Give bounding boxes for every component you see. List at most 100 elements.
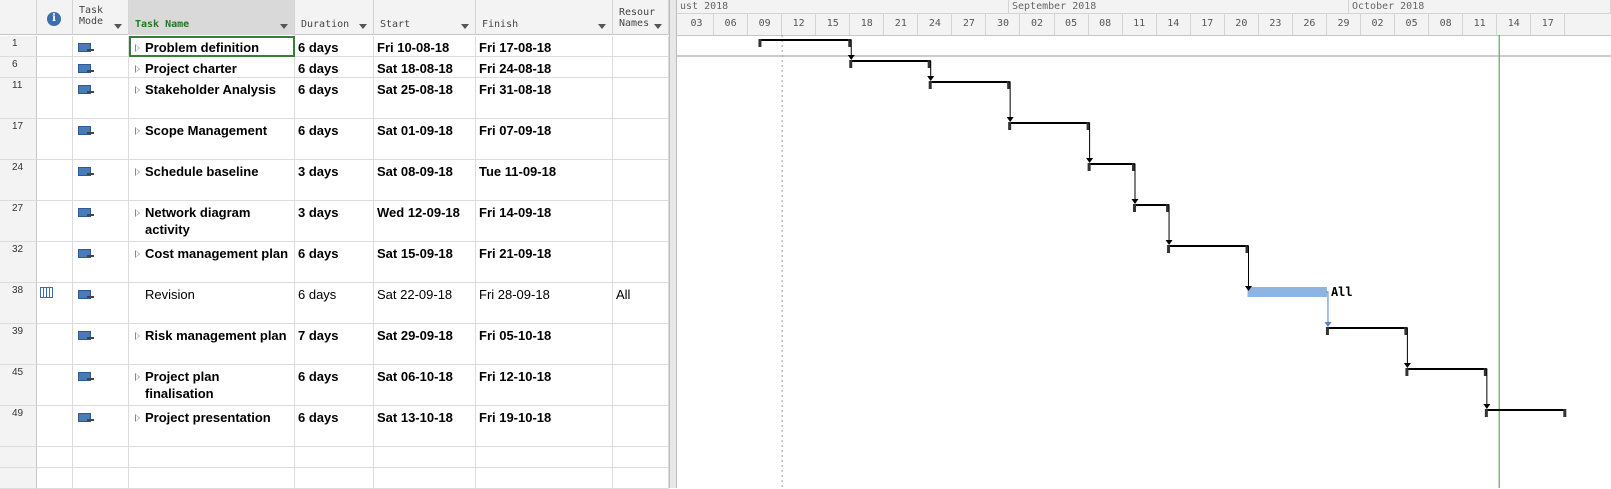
start-cell[interactable]: Sat 01-09-18 bbox=[374, 119, 476, 160]
expand-icon[interactable] bbox=[135, 44, 140, 52]
expand-icon[interactable] bbox=[135, 65, 140, 73]
duration-cell[interactable]: 7 days bbox=[295, 324, 374, 365]
expand-icon[interactable] bbox=[135, 168, 140, 176]
expand-icon[interactable] bbox=[135, 332, 140, 340]
mode-cell[interactable] bbox=[73, 283, 129, 324]
column-header-duration[interactable]: Duration bbox=[295, 0, 374, 35]
info-cell[interactable] bbox=[37, 57, 73, 78]
task-name-cell[interactable]: Project plan finalisation bbox=[129, 365, 295, 406]
info-cell[interactable] bbox=[37, 160, 73, 201]
expand-icon[interactable] bbox=[135, 127, 140, 135]
task-name-cell[interactable]: Problem definition bbox=[129, 36, 295, 57]
task-name-cell[interactable]: Project charter bbox=[129, 57, 295, 78]
info-cell[interactable] bbox=[37, 283, 73, 324]
duration-cell[interactable]: 6 days bbox=[295, 406, 374, 447]
mode-cell[interactable] bbox=[73, 36, 129, 57]
duration-cell[interactable]: 6 days bbox=[295, 57, 374, 78]
empty-cell[interactable] bbox=[73, 468, 129, 489]
empty-cell[interactable] bbox=[613, 447, 669, 468]
task-name-cell[interactable]: Network diagram activity bbox=[129, 201, 295, 242]
finish-cell[interactable]: Fri 17-08-18 bbox=[476, 36, 613, 57]
expand-icon[interactable] bbox=[135, 86, 140, 94]
info-cell[interactable] bbox=[37, 324, 73, 365]
duration-cell[interactable]: 6 days bbox=[295, 365, 374, 406]
resource-cell[interactable] bbox=[613, 365, 669, 406]
mode-cell[interactable] bbox=[73, 201, 129, 242]
duration-cell[interactable]: 6 days bbox=[295, 119, 374, 160]
task-bar[interactable] bbox=[1247, 287, 1327, 297]
finish-cell[interactable]: Fri 24-08-18 bbox=[476, 57, 613, 78]
row-number[interactable]: 11 bbox=[0, 78, 37, 119]
finish-cell[interactable]: Fri 07-09-18 bbox=[476, 119, 613, 160]
start-cell[interactable]: Sat 13-10-18 bbox=[374, 406, 476, 447]
start-cell[interactable]: Sat 06-10-18 bbox=[374, 365, 476, 406]
chevron-down-icon[interactable] bbox=[359, 24, 367, 29]
mode-cell[interactable] bbox=[73, 324, 129, 365]
empty-row-number[interactable] bbox=[0, 447, 37, 468]
empty-cell[interactable] bbox=[476, 468, 613, 489]
view-splitter[interactable] bbox=[669, 0, 677, 488]
start-cell[interactable]: Wed 12-09-18 bbox=[374, 201, 476, 242]
duration-cell[interactable]: 6 days bbox=[295, 36, 374, 57]
start-cell[interactable]: Sat 08-09-18 bbox=[374, 160, 476, 201]
duration-cell[interactable]: 3 days bbox=[295, 201, 374, 242]
task-name-cell[interactable]: Stakeholder Analysis bbox=[129, 78, 295, 119]
empty-cell[interactable] bbox=[295, 468, 374, 489]
empty-cell[interactable] bbox=[476, 447, 613, 468]
duration-cell[interactable]: 6 days bbox=[295, 242, 374, 283]
empty-cell[interactable] bbox=[295, 447, 374, 468]
column-header-info[interactable]: i bbox=[37, 0, 73, 35]
resource-cell[interactable] bbox=[613, 57, 669, 78]
start-cell[interactable]: Sat 15-09-18 bbox=[374, 242, 476, 283]
mode-cell[interactable] bbox=[73, 160, 129, 201]
mode-cell[interactable] bbox=[73, 57, 129, 78]
info-cell[interactable] bbox=[37, 36, 73, 57]
duration-cell[interactable]: 6 days bbox=[295, 283, 374, 324]
resource-cell[interactable] bbox=[613, 78, 669, 119]
resource-cell[interactable] bbox=[613, 324, 669, 365]
info-cell[interactable] bbox=[37, 119, 73, 160]
mode-cell[interactable] bbox=[73, 365, 129, 406]
column-header-start[interactable]: Start bbox=[374, 0, 476, 35]
start-cell[interactable]: Sat 25-08-18 bbox=[374, 78, 476, 119]
chevron-down-icon[interactable] bbox=[280, 24, 288, 29]
finish-cell[interactable]: Tue 11-09-18 bbox=[476, 160, 613, 201]
resource-cell[interactable] bbox=[613, 36, 669, 57]
chevron-down-icon[interactable] bbox=[114, 24, 122, 29]
empty-cell[interactable] bbox=[129, 447, 295, 468]
chevron-down-icon[interactable] bbox=[654, 24, 662, 29]
row-selector-header[interactable] bbox=[0, 0, 37, 35]
expand-icon[interactable] bbox=[135, 414, 140, 422]
row-number[interactable]: 1 bbox=[0, 36, 37, 57]
empty-cell[interactable] bbox=[37, 447, 73, 468]
expand-icon[interactable] bbox=[135, 209, 140, 217]
finish-cell[interactable]: Fri 31-08-18 bbox=[476, 78, 613, 119]
task-name-cell[interactable]: Risk management plan bbox=[129, 324, 295, 365]
mode-cell[interactable] bbox=[73, 406, 129, 447]
resource-cell[interactable] bbox=[613, 160, 669, 201]
column-header-finish[interactable]: Finish bbox=[476, 0, 613, 35]
chevron-down-icon[interactable] bbox=[598, 24, 606, 29]
resource-cell[interactable] bbox=[613, 242, 669, 283]
expand-icon[interactable] bbox=[135, 373, 140, 381]
row-number[interactable]: 38 bbox=[0, 283, 37, 324]
task-name-cell[interactable]: Schedule baseline bbox=[129, 160, 295, 201]
start-cell[interactable]: Sat 18-08-18 bbox=[374, 57, 476, 78]
resource-cell[interactable] bbox=[613, 406, 669, 447]
start-cell[interactable]: Fri 10-08-18 bbox=[374, 36, 476, 57]
empty-row-number[interactable] bbox=[0, 468, 37, 489]
finish-cell[interactable]: Fri 19-10-18 bbox=[476, 406, 613, 447]
chevron-down-icon[interactable] bbox=[461, 24, 469, 29]
resource-cell[interactable] bbox=[613, 201, 669, 242]
info-cell[interactable] bbox=[37, 242, 73, 283]
mode-cell[interactable] bbox=[73, 78, 129, 119]
finish-cell[interactable]: Fri 28-09-18 bbox=[476, 283, 613, 324]
column-header-task-name[interactable]: Task Name bbox=[129, 0, 295, 35]
start-cell[interactable]: Sat 29-09-18 bbox=[374, 324, 476, 365]
empty-cell[interactable] bbox=[613, 468, 669, 489]
row-number[interactable]: 24 bbox=[0, 160, 37, 201]
column-header-task-mode[interactable]: Task Mode bbox=[73, 0, 129, 35]
info-cell[interactable] bbox=[37, 78, 73, 119]
info-cell[interactable] bbox=[37, 201, 73, 242]
row-number[interactable]: 32 bbox=[0, 242, 37, 283]
